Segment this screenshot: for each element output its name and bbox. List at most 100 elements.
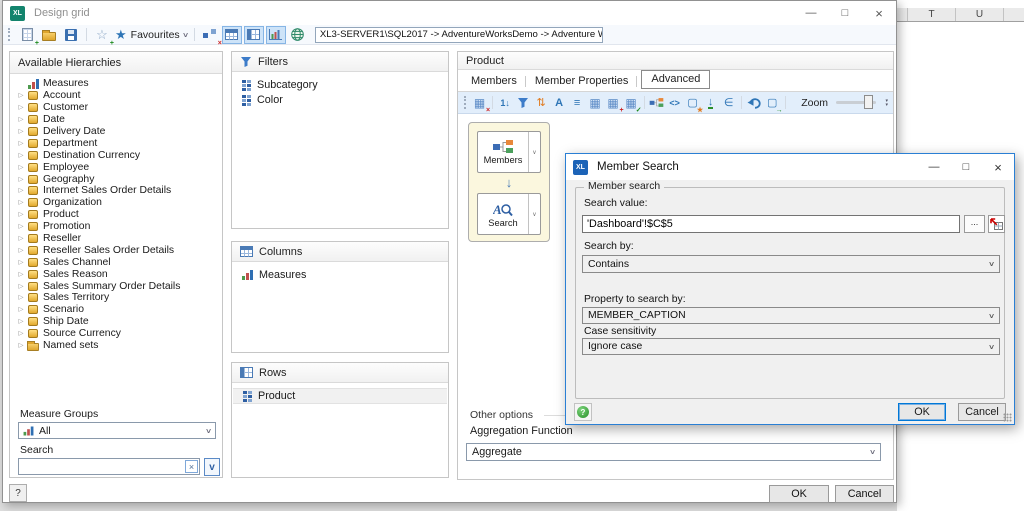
connection-selector[interactable]: XL3-SERVER1\SQL2017 -> AdventureWorksDem…: [315, 27, 603, 43]
close-button[interactable]: ×: [862, 1, 896, 25]
disconnect-button[interactable]: ×: [200, 26, 220, 44]
undo-icon[interactable]: [746, 95, 763, 111]
help-button[interactable]: ?: [9, 484, 27, 502]
tree-item-promotion[interactable]: ▷Promotion: [10, 221, 222, 233]
tree-item-reseller-sales-order-details[interactable]: ▷Reseller Sales Order Details: [10, 244, 222, 256]
dialog-minimize-button[interactable]: —: [918, 154, 950, 180]
tree-item-geography[interactable]: ▷Geography: [10, 173, 222, 185]
tree-item-account[interactable]: ▷Account: [10, 90, 222, 102]
tree-item-product[interactable]: ▷Product: [10, 209, 222, 221]
filter-item-subcategory[interactable]: Subcategory: [232, 78, 448, 92]
tree-item-sales-territory[interactable]: ▷Sales Territory: [10, 292, 222, 304]
tree-item-sales-summary-order-details[interactable]: ▷Sales Summary Order Details: [10, 280, 222, 292]
tree-item-ship-date[interactable]: ▷Ship Date: [10, 316, 222, 328]
favourites-button[interactable]: ★ Favourites ∨: [114, 26, 189, 44]
toolbar-overflow-button[interactable]: ▾▾: [884, 99, 890, 107]
case-sensitivity-select[interactable]: Ignore case ∨: [582, 338, 1000, 355]
tree-item-sales-reason[interactable]: ▷Sales Reason: [10, 268, 222, 280]
filter-item-color[interactable]: Color: [232, 93, 448, 107]
new-grid-button[interactable]: +: [17, 26, 37, 44]
maximize-button[interactable]: □: [828, 1, 862, 25]
measure-groups-select[interactable]: All ∨: [18, 422, 216, 439]
mdx-code-icon[interactable]: <>: [666, 95, 683, 111]
tab-member-properties[interactable]: Member Properties: [526, 72, 638, 91]
search-value-label: Search value:: [584, 198, 648, 209]
tree-item-reseller[interactable]: ▷Reseller: [10, 233, 222, 245]
filter-icon[interactable]: [515, 95, 532, 111]
tree-item-named-sets[interactable]: ▷Named sets: [10, 340, 222, 352]
tree-item-measures[interactable]: Measures: [10, 78, 222, 90]
browse-button[interactable]: ...: [964, 215, 985, 233]
open-button[interactable]: [39, 26, 59, 44]
resize-grip[interactable]: [1003, 413, 1012, 422]
save-button[interactable]: [61, 26, 81, 44]
member-selector-icon[interactable]: [648, 95, 665, 111]
tree-item-destination-currency[interactable]: ▷Destination Currency: [10, 149, 222, 161]
export-page-icon[interactable]: ▢→: [764, 95, 781, 111]
aggregation-function-select[interactable]: Aggregate ∨: [466, 443, 881, 461]
chart-button[interactable]: [266, 26, 286, 44]
tree-item-customer[interactable]: ▷Customer: [10, 102, 222, 114]
grid-add-icon[interactable]: ▦+: [605, 95, 622, 111]
members-node-label: Members: [484, 155, 523, 165]
grid-delete-icon[interactable]: ▦×: [471, 95, 488, 111]
import-icon[interactable]: ↓: [702, 95, 719, 111]
tab-members[interactable]: Members: [462, 72, 526, 91]
chevron-down-icon[interactable]: ∨: [528, 194, 540, 234]
members-node[interactable]: Members ∨: [477, 131, 541, 173]
ok-button[interactable]: OK: [769, 485, 829, 503]
tree-item-source-currency[interactable]: ▷Source Currency: [10, 328, 222, 340]
dialog-titlebar[interactable]: XL Member Search — □ ×: [566, 154, 1014, 180]
titlebar[interactable]: XL Design grid — □ ×: [3, 1, 896, 25]
tree-item-employee[interactable]: ▷Employee: [10, 161, 222, 173]
excel-column-header-u[interactable]: U: [956, 8, 1004, 21]
search-options-button[interactable]: v: [204, 458, 220, 476]
dimension-icon: [28, 103, 38, 112]
excel-column-header-t[interactable]: T: [908, 8, 956, 21]
dialog-cancel-button[interactable]: Cancel: [958, 403, 1006, 421]
toolbar-grip[interactable]: [464, 96, 467, 109]
dialog-maximize-button[interactable]: □: [950, 154, 982, 180]
cube-browser-button[interactable]: [288, 26, 308, 44]
clear-search-icon[interactable]: ×: [185, 460, 198, 473]
tree-item-date[interactable]: ▷Date: [10, 114, 222, 126]
tree-item-sales-channel[interactable]: ▷Sales Channel: [10, 256, 222, 268]
columns-item-measures[interactable]: Measures: [232, 268, 448, 282]
cancel-button[interactable]: Cancel: [835, 485, 894, 503]
measures-icon: [24, 426, 34, 435]
subtotals-icon[interactable]: ≡: [569, 95, 586, 111]
tab-advanced[interactable]: Advanced: [641, 70, 710, 89]
chevron-down-icon[interactable]: ∨: [528, 132, 540, 172]
grid-check-icon[interactable]: ▦✓: [623, 95, 640, 111]
tree-item-department[interactable]: ▷Department: [10, 137, 222, 149]
dimension-icon: [28, 329, 38, 338]
tree-item-internet-sales-order-details[interactable]: ▷Internet Sales Order Details: [10, 185, 222, 197]
rows-item-product[interactable]: Product: [233, 388, 447, 404]
tree-item-delivery-date[interactable]: ▷Delivery Date: [10, 126, 222, 138]
member-set-icon[interactable]: ∈: [720, 95, 737, 111]
dialog-close-button[interactable]: ×: [982, 154, 1014, 180]
dialog-help-button[interactable]: ?: [574, 403, 592, 421]
grid-view-button[interactable]: [222, 26, 242, 44]
search-node[interactable]: A Search ∨: [477, 193, 541, 235]
grid-headers-button[interactable]: [244, 26, 264, 44]
search-by-select[interactable]: Contains ∨: [582, 255, 1000, 273]
tree-item-organization[interactable]: ▷Organization: [10, 197, 222, 209]
tree-item-scenario[interactable]: ▷Scenario: [10, 304, 222, 316]
zoom-slider[interactable]: [836, 101, 876, 104]
range-picker-button[interactable]: [988, 215, 1005, 233]
font-icon[interactable]: A: [551, 95, 568, 111]
zoom-slider-handle[interactable]: [864, 95, 873, 109]
search-input[interactable]: [19, 461, 185, 473]
sort-ascending-icon[interactable]: 1↓: [497, 95, 514, 111]
search-value-input[interactable]: [582, 215, 960, 233]
property-select[interactable]: MEMBER_CAPTION ∨: [582, 307, 1000, 324]
dialog-ok-button[interactable]: OK: [898, 403, 946, 421]
sort-custom-icon[interactable]: ⇅: [533, 95, 550, 111]
excel-column-partial: [897, 8, 908, 21]
minimize-button[interactable]: —: [794, 1, 828, 25]
merge-grid-icon[interactable]: ▦: [587, 95, 604, 111]
toolbar-grip[interactable]: [8, 28, 12, 41]
document-star-icon[interactable]: ▢★: [684, 95, 701, 111]
add-favourite-button[interactable]: ☆ +: [92, 26, 112, 44]
